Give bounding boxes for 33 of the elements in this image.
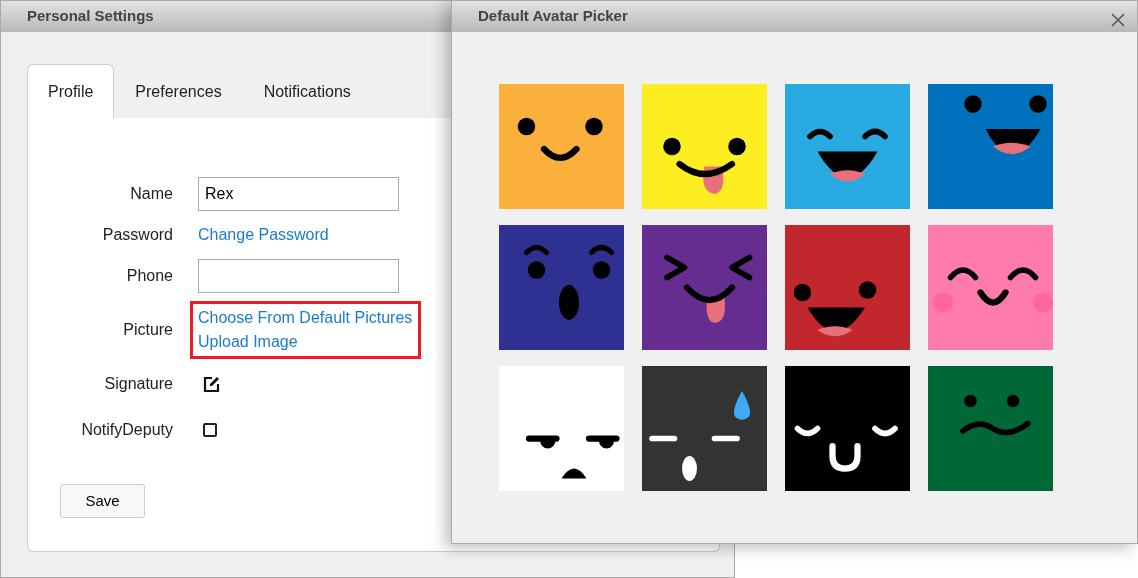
field-label: Password xyxy=(101,225,173,245)
avatar-tile[interactable] xyxy=(928,225,1053,350)
field-label: Signature xyxy=(103,374,173,394)
field-label: NotifyDeputy xyxy=(80,420,173,440)
input-field[interactable] xyxy=(198,259,399,293)
avatar-tile[interactable] xyxy=(642,366,767,491)
avatar-tile[interactable] xyxy=(928,84,1053,209)
field-label: Name xyxy=(129,184,173,204)
face-drawing xyxy=(960,394,1031,436)
avatar-tile[interactable] xyxy=(785,225,910,350)
input-field[interactable]: Rex xyxy=(198,177,399,211)
tab[interactable]: Notifications xyxy=(242,64,372,118)
save-button[interactable]: Save xyxy=(60,484,145,518)
checkbox[interactable] xyxy=(203,423,217,437)
field-label: Phone xyxy=(125,266,173,286)
avatar-tile[interactable] xyxy=(785,366,910,491)
close-icon[interactable] xyxy=(1111,13,1125,27)
avatar-tile[interactable] xyxy=(499,84,624,209)
link[interactable]: Change Password xyxy=(198,223,329,247)
avatar-tile[interactable] xyxy=(499,225,624,350)
avatar-tile[interactable] xyxy=(785,84,910,209)
field-label: Picture xyxy=(122,320,173,340)
avatar-tile[interactable] xyxy=(642,225,767,350)
dialog-title: Default Avatar Picker xyxy=(478,6,628,27)
link[interactable]: Upload Image xyxy=(198,330,413,354)
window-title: Personal Settings xyxy=(27,6,154,27)
edit-icon[interactable] xyxy=(203,375,221,393)
link[interactable]: Choose From Default Pictures xyxy=(198,306,413,330)
avatar-tile[interactable] xyxy=(642,84,767,209)
tab[interactable]: Profile xyxy=(27,64,115,118)
avatar-tile[interactable] xyxy=(499,366,624,491)
avatar-tile[interactable] xyxy=(928,366,1053,491)
tab[interactable]: Preferences xyxy=(114,64,243,118)
